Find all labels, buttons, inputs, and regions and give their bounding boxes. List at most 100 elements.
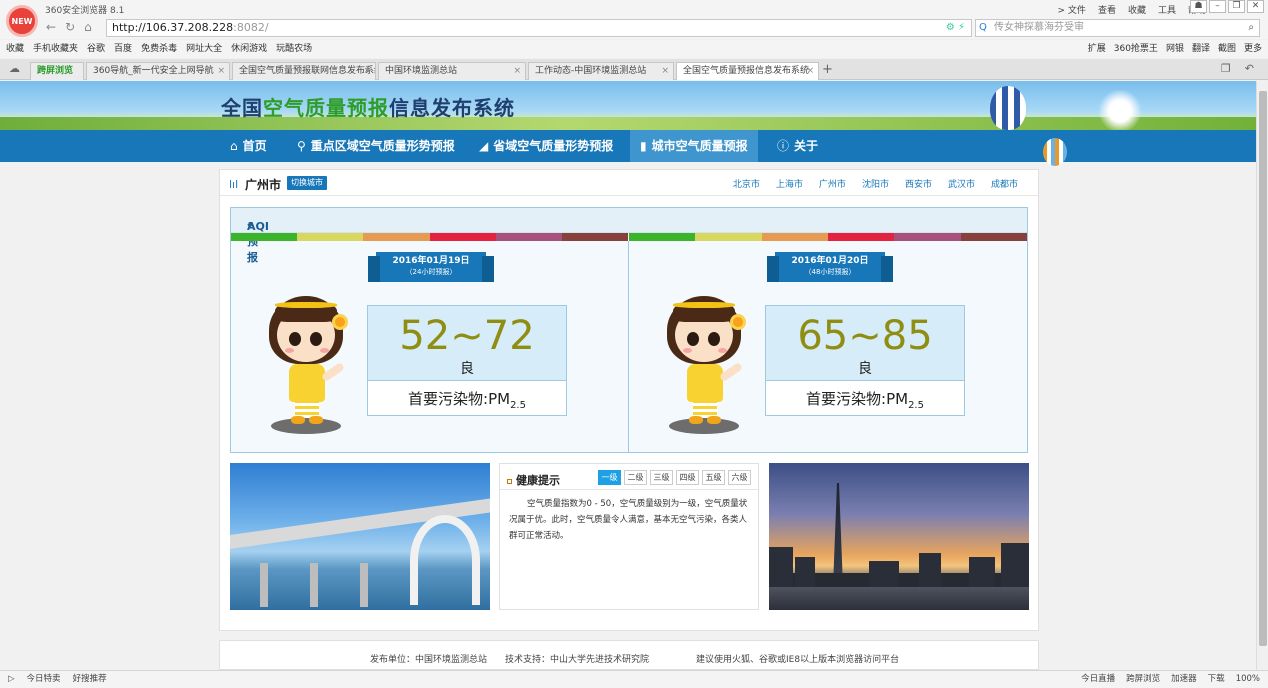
tab-aqi-network[interactable]: 全国空气质量预报联网信息发布系统 × bbox=[232, 62, 376, 80]
menu-tools[interactable]: 工具 bbox=[1158, 3, 1176, 16]
aqi-level: 良 bbox=[460, 361, 474, 377]
tool-tickets[interactable]: 360抢票王 bbox=[1114, 40, 1158, 58]
forecast-date-ribbon: 2016年01月20日 （48小时预报） bbox=[767, 252, 893, 282]
status-accelerator[interactable]: 加速器 bbox=[1171, 671, 1197, 687]
level-tab-6[interactable]: 六级 bbox=[728, 470, 751, 485]
forecast-period: （48小时预报） bbox=[804, 268, 856, 276]
search-engine-icon[interactable]: Q bbox=[979, 20, 987, 36]
aqi-level-color bbox=[894, 233, 961, 241]
nav-region-forecast[interactable]: ⚲ 重点区域空气质量形势预报 bbox=[287, 130, 465, 162]
city-link-guangzhou[interactable]: 广州市 bbox=[819, 177, 846, 190]
aqi-level-color bbox=[297, 233, 364, 241]
home-page-icon[interactable]: ⌂ bbox=[84, 20, 92, 34]
aqi-level-color bbox=[561, 233, 629, 241]
forecast-date: 2016年01月19日 bbox=[392, 256, 470, 266]
tab-cnemc-news[interactable]: 工作动态-中国环境监测总站 × bbox=[528, 62, 674, 80]
content-card: lıl 广州市 切换城市 北京市 上海市 广州市 沈阳市 西安市 武汉市 成都市… bbox=[219, 169, 1039, 631]
scrollbar-thumb[interactable] bbox=[1259, 91, 1267, 646]
level-tab-1[interactable]: 一级 bbox=[598, 470, 621, 485]
status-live[interactable]: 今日直播 bbox=[1081, 671, 1115, 687]
city-link-chengdu[interactable]: 成都市 bbox=[991, 177, 1018, 190]
city-link-shenyang[interactable]: 沈阳市 bbox=[862, 177, 889, 190]
skin-icon[interactable]: ☗ bbox=[1190, 0, 1207, 13]
switch-city-button[interactable]: 切换城市 bbox=[287, 176, 327, 190]
footer-advice: 建议使用火狐、谷歌或IE8以上版本浏览器访问平台 bbox=[696, 655, 900, 665]
aqi-level: 良 bbox=[858, 361, 872, 377]
aqi-level-color bbox=[695, 233, 762, 241]
close-icon[interactable]: ✕ bbox=[1247, 0, 1264, 13]
url-input[interactable]: http://106.37.208.228:8082/ ⚙ ⚡ bbox=[106, 19, 972, 37]
bookmark-sites[interactable]: 网址大全 bbox=[186, 40, 222, 58]
back-icon[interactable]: ← bbox=[46, 20, 56, 34]
tab-cross-screen[interactable]: 跨屏浏览 bbox=[30, 62, 84, 80]
security-icon[interactable]: ⚙ ⚡ bbox=[946, 20, 965, 36]
address-bar: ← ↻ ⌂ http://106.37.208.228:8082/ ⚙ ⚡ Q … bbox=[0, 17, 1268, 39]
tool-screenshot[interactable]: 截图 bbox=[1218, 40, 1236, 58]
nav-about[interactable]: ⓘ 关于 bbox=[767, 130, 828, 162]
status-download[interactable]: 下载 bbox=[1208, 671, 1225, 687]
tab-aqi-system[interactable]: 全国空气质量预报信息发布系统 × bbox=[676, 62, 819, 80]
aqi-forecast-panel: ᶲ AQI预报 2016年01月19日 （24小时预报） 52~72 良 首要污… bbox=[230, 207, 1028, 453]
search-input[interactable]: Q 传女神探慕海芬受审 ⌕ bbox=[975, 19, 1260, 37]
bookmark-antivirus[interactable]: 免费杀毒 bbox=[141, 40, 177, 58]
close-tab-icon[interactable]: × bbox=[513, 63, 521, 79]
close-tab-icon[interactable]: × bbox=[363, 63, 371, 79]
nav-home[interactable]: ⌂ 首页 bbox=[220, 130, 277, 162]
small-balloon-image bbox=[1043, 138, 1067, 166]
status-deals[interactable]: 今日特卖 bbox=[27, 671, 61, 687]
tool-extensions[interactable]: 扩展 bbox=[1088, 40, 1106, 58]
url-host: http://106.37.208.228 bbox=[112, 21, 234, 34]
nav-label: 重点区域空气质量形势预报 bbox=[310, 139, 455, 153]
tab-label: 全国空气质量预报联网信息发布系统 bbox=[239, 66, 376, 76]
forecast-divider bbox=[628, 241, 629, 452]
tab-360-nav[interactable]: 360导航_新一代安全上网导航 × bbox=[86, 62, 230, 80]
close-tab-icon[interactable]: × bbox=[661, 63, 669, 79]
nav-city-forecast[interactable]: ▮ 城市空气质量预报 bbox=[630, 130, 758, 162]
undo-close-icon[interactable]: ↶ bbox=[1245, 62, 1254, 75]
level-tab-3[interactable]: 三级 bbox=[650, 470, 673, 485]
tab-label: 跨屏浏览 bbox=[37, 66, 74, 76]
status-cross-screen[interactable]: 跨屏浏览 bbox=[1126, 671, 1160, 687]
level-tab-2[interactable]: 二级 bbox=[624, 470, 647, 485]
city-link-xian[interactable]: 西安市 bbox=[905, 177, 932, 190]
city-link-wuhan[interactable]: 武汉市 bbox=[948, 177, 975, 190]
restore-icon[interactable]: ❐ bbox=[1228, 0, 1245, 13]
level-tab-5[interactable]: 五级 bbox=[702, 470, 725, 485]
tool-more[interactable]: 更多 bbox=[1244, 40, 1262, 58]
sidebar-toggle-icon[interactable]: ▷ bbox=[8, 671, 15, 687]
menu-view[interactable]: 查看 bbox=[1098, 3, 1116, 16]
minimize-icon[interactable]: – bbox=[1209, 0, 1226, 13]
zoom-level[interactable]: 100% bbox=[1236, 671, 1260, 687]
refresh-icon[interactable]: ↻ bbox=[65, 20, 75, 34]
mascot-girl-image bbox=[659, 296, 753, 438]
map-marker-icon: ⚲ bbox=[297, 139, 306, 153]
bookmark-baidu[interactable]: 百度 bbox=[114, 40, 132, 58]
bookmark-games[interactable]: 休闲游戏 bbox=[231, 40, 267, 58]
tab-cnemc[interactable]: 中国环境监测总站 × bbox=[378, 62, 526, 80]
menu-favorites[interactable]: 收藏 bbox=[1128, 3, 1146, 16]
bookmark-google[interactable]: 谷歌 bbox=[87, 40, 105, 58]
bookmark-farm[interactable]: 玩酷农场 bbox=[276, 40, 312, 58]
menu-file[interactable]: > 文件 bbox=[1058, 3, 1086, 16]
search-icon[interactable]: ⌕ bbox=[1248, 20, 1254, 36]
city-link-beijing[interactable]: 北京市 bbox=[733, 177, 760, 190]
close-tab-icon[interactable]: × bbox=[217, 63, 225, 79]
city-link-shanghai[interactable]: 上海市 bbox=[776, 177, 803, 190]
bookmark-mobile[interactable]: 手机收藏夹 bbox=[33, 40, 78, 58]
bookmark-list: 收藏 手机收藏夹 谷歌 百度 免费杀毒 网址大全 休闲游戏 玩酷农场 bbox=[6, 40, 312, 58]
nav-province-forecast[interactable]: ◢ 省域空气质量形势预报 bbox=[469, 130, 623, 162]
level-tab-4[interactable]: 四级 bbox=[676, 470, 699, 485]
tab-list-icon[interactable]: ❐ bbox=[1221, 62, 1231, 75]
close-tab-icon[interactable]: × bbox=[806, 63, 814, 79]
status-recommend[interactable]: 好搜推荐 bbox=[73, 671, 107, 687]
area-chart-icon: ◢ bbox=[479, 139, 489, 153]
tool-bank[interactable]: 网银 bbox=[1166, 40, 1184, 58]
banner-sun bbox=[1098, 89, 1142, 130]
cloud-icon[interactable]: ☁ bbox=[9, 62, 20, 75]
aqi-level-color bbox=[827, 233, 895, 241]
tool-translate[interactable]: 翻译 bbox=[1192, 40, 1210, 58]
browser-logo[interactable]: NEW bbox=[6, 5, 38, 37]
new-tab-icon[interactable]: + bbox=[822, 62, 833, 77]
bookmark-favorites[interactable]: 收藏 bbox=[6, 40, 24, 58]
vertical-scrollbar[interactable] bbox=[1256, 81, 1268, 670]
